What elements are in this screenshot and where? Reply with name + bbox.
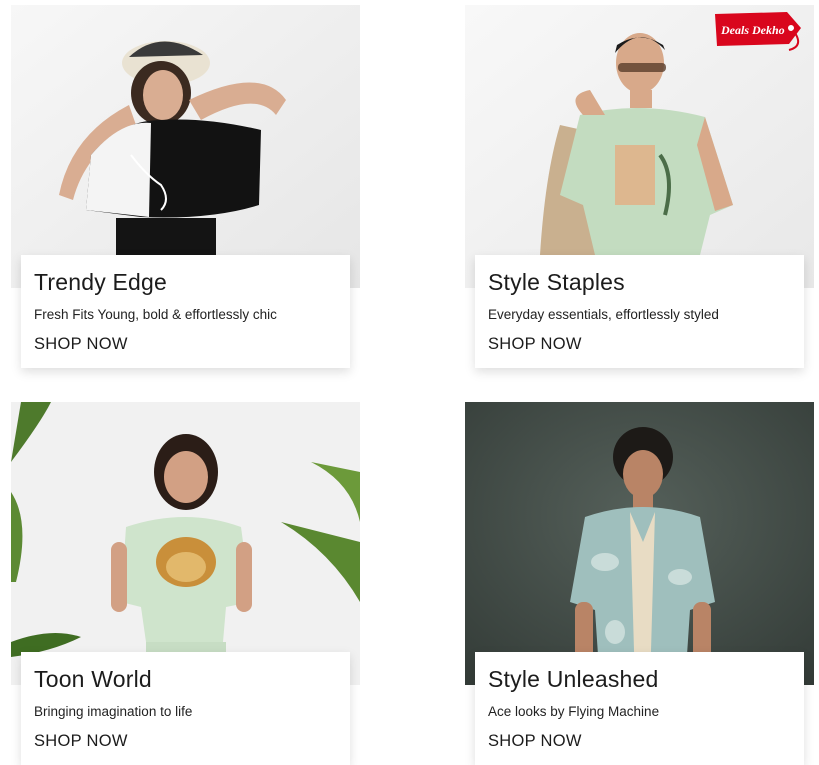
shop-now-link[interactable]: SHOP NOW xyxy=(488,334,582,354)
promo-tile-trendy-edge[interactable]: Trendy Edge Fresh Fits Young, bold & eff… xyxy=(11,5,360,370)
promo-card: Toon World Bringing imagination to life … xyxy=(21,652,350,765)
promo-tile-style-staples[interactable]: Deals Dekho Style Staples Everyday essen… xyxy=(465,5,814,370)
deals-dekho-label: Deals Dekho xyxy=(720,23,785,37)
promo-subtitle: Ace looks by Flying Machine xyxy=(488,704,660,719)
toon-world-photo[interactable] xyxy=(11,402,360,685)
promo-subtitle: Everyday essentials, effortlessly styled xyxy=(488,307,719,322)
promo-title: Toon World xyxy=(34,666,152,692)
promo-subtitle: Fresh Fits Young, bold & effortlessly ch… xyxy=(34,307,277,322)
promo-tile-toon-world[interactable]: Toon World Bringing imagination to life … xyxy=(11,402,360,765)
style-unleashed-photo[interactable] xyxy=(465,402,814,685)
shop-now-link[interactable]: SHOP NOW xyxy=(34,731,128,751)
promo-subtitle: Bringing imagination to life xyxy=(34,704,193,719)
promo-title: Style Unleashed xyxy=(488,666,659,692)
promo-card: Style Staples Everyday essentials, effor… xyxy=(475,255,804,368)
promo-title: Trendy Edge xyxy=(34,269,168,295)
promo-card: Trendy Edge Fresh Fits Young, bold & eff… xyxy=(21,255,350,368)
promo-tile-style-unleashed[interactable]: Style Unleashed Ace looks by Flying Mach… xyxy=(465,402,814,765)
style-staples-photo[interactable]: Deals Dekho xyxy=(465,5,814,288)
trendy-edge-photo[interactable] xyxy=(11,5,360,288)
deals-dekho-badge[interactable]: Deals Dekho xyxy=(713,10,805,54)
promo-card: Style Unleashed Ace looks by Flying Mach… xyxy=(475,652,804,765)
shop-now-link[interactable]: SHOP NOW xyxy=(488,731,582,751)
promo-title: Style Staples xyxy=(488,269,625,295)
shop-now-link[interactable]: SHOP NOW xyxy=(34,334,128,354)
